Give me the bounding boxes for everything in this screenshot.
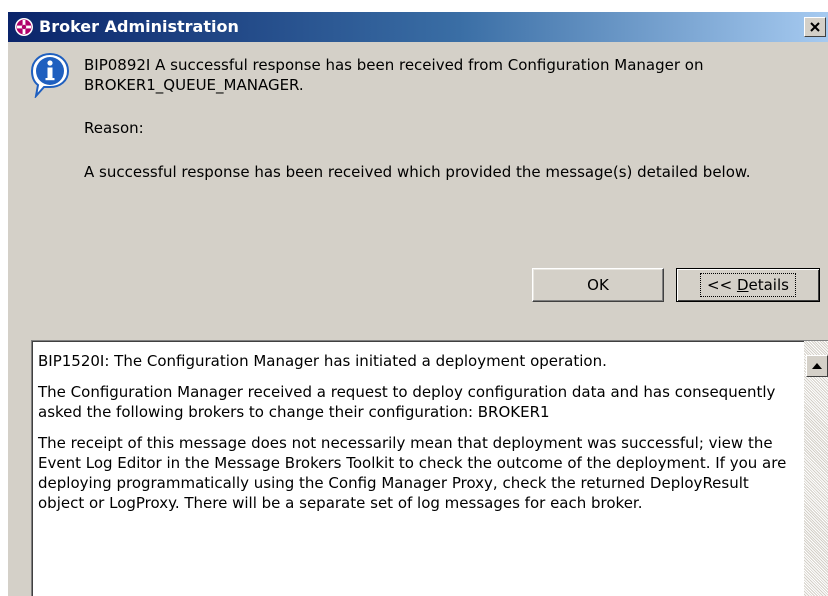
close-button[interactable] — [804, 17, 826, 37]
broker-administration-dialog: Broker Administration BIP0892I A success… — [8, 12, 828, 596]
details-paragraph: BIP1520I: The Configuration Manager has … — [38, 352, 607, 370]
details-button-label: << Details — [700, 273, 796, 297]
details-paragraph: The receipt of this message does not nec… — [38, 434, 787, 512]
details-paragraph: The Configuration Manager received a req… — [38, 383, 776, 421]
vertical-scrollbar[interactable] — [804, 341, 828, 596]
details-rest: etails — [748, 276, 789, 294]
scroll-up-button[interactable] — [806, 355, 828, 377]
reason-text: A successful response has been received … — [84, 163, 751, 181]
broker-admin-icon — [15, 18, 33, 36]
info-icon — [30, 52, 70, 98]
window-title: Broker Administration — [39, 17, 239, 36]
details-toggle-button[interactable]: << Details — [676, 268, 820, 302]
details-mnemonic: D — [736, 276, 749, 294]
details-prefix: << — [707, 276, 737, 294]
close-icon — [810, 22, 820, 32]
ok-button[interactable]: OK — [532, 268, 664, 302]
title-bar[interactable]: Broker Administration — [8, 12, 828, 42]
message-text: BIP0892I A successful response has been … — [84, 56, 704, 94]
ok-button-label: OK — [587, 276, 609, 294]
reason-label: Reason: — [84, 119, 144, 137]
scroll-up-arrow-icon — [812, 363, 822, 369]
details-text-area[interactable]: BIP1520I: The Configuration Manager has … — [31, 340, 828, 596]
details-content: BIP1520I: The Configuration Manager has … — [38, 351, 790, 524]
